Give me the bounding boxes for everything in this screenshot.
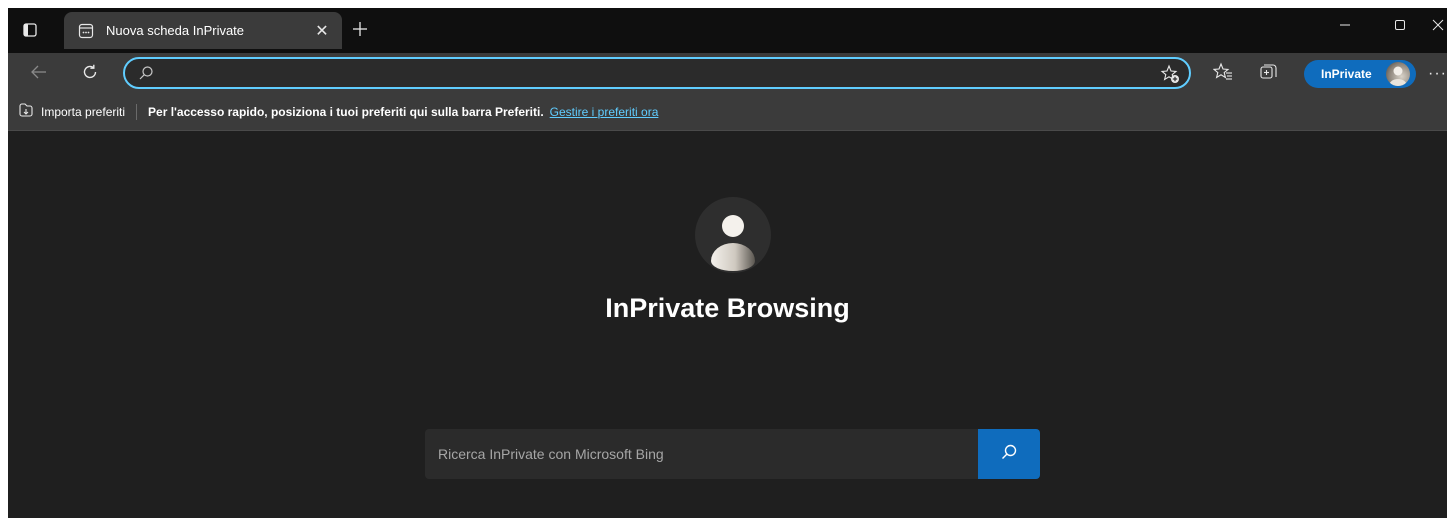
tab-actions-button[interactable] bbox=[16, 18, 44, 46]
plus-icon bbox=[352, 21, 368, 42]
collections-button[interactable] bbox=[1254, 59, 1284, 89]
bing-search-input[interactable] bbox=[425, 429, 978, 479]
inprivate-avatar-icon bbox=[695, 197, 771, 273]
search-icon bbox=[1000, 443, 1018, 466]
back-button[interactable] bbox=[24, 59, 54, 89]
address-bar[interactable] bbox=[123, 57, 1191, 89]
profile-label: InPrivate bbox=[1321, 67, 1372, 81]
back-arrow-icon bbox=[30, 63, 48, 86]
inprivate-profile-button[interactable]: InPrivate bbox=[1304, 60, 1416, 88]
maximize-icon bbox=[1394, 18, 1406, 36]
favorites-icon bbox=[1212, 62, 1233, 87]
settings-and-more-button[interactable]: ··· bbox=[1428, 59, 1447, 89]
maximize-button[interactable] bbox=[1378, 12, 1422, 42]
inprivate-tab-icon bbox=[77, 22, 95, 40]
tab-inprivate[interactable]: Nuova scheda InPrivate ✕ bbox=[64, 12, 342, 49]
tab-title: Nuova scheda InPrivate bbox=[106, 23, 245, 38]
favorites-hint-text: Per l'accesso rapido, posiziona i tuoi p… bbox=[148, 105, 544, 119]
favorites-bar: Importa preferiti Per l'accesso rapido, … bbox=[8, 94, 1447, 131]
page-title: InPrivate Browsing bbox=[605, 293, 850, 323]
manage-favorites-link[interactable]: Gestire i preferiti ora bbox=[550, 105, 659, 119]
close-icon: ✕ bbox=[315, 22, 329, 40]
more-icon: ··· bbox=[1428, 65, 1447, 82]
browser-window: Nuova scheda InPrivate ✕ InPrivate ··· I… bbox=[8, 8, 1447, 518]
new-tab-page: InPrivate Browsing bbox=[8, 131, 1447, 518]
import-icon bbox=[18, 102, 34, 123]
import-favorites-label: Importa preferiti bbox=[41, 105, 126, 119]
import-favorites-button[interactable]: Importa preferiti bbox=[18, 99, 125, 125]
minimize-button[interactable] bbox=[1323, 12, 1367, 42]
favorites-divider bbox=[136, 104, 138, 120]
tab-close-button[interactable]: ✕ bbox=[310, 19, 334, 43]
close-icon bbox=[1432, 18, 1444, 36]
refresh-button[interactable] bbox=[75, 59, 105, 89]
add-favorite-icon[interactable] bbox=[1159, 63, 1181, 85]
address-input[interactable] bbox=[165, 62, 1125, 84]
favorites-button[interactable] bbox=[1208, 59, 1238, 89]
avatar bbox=[1386, 62, 1410, 86]
minimize-icon bbox=[1339, 18, 1351, 36]
close-window-button[interactable] bbox=[1428, 12, 1447, 42]
collections-icon bbox=[1259, 62, 1279, 87]
bing-search-button[interactable] bbox=[978, 429, 1040, 479]
refresh-icon bbox=[81, 63, 99, 86]
bing-search-box bbox=[425, 429, 1040, 479]
tab-strip: Nuova scheda InPrivate ✕ bbox=[8, 8, 1447, 53]
navigation-toolbar: InPrivate ··· bbox=[8, 53, 1447, 94]
search-icon bbox=[138, 65, 154, 86]
new-tab-button[interactable] bbox=[346, 17, 374, 45]
tab-actions-icon bbox=[23, 22, 37, 42]
